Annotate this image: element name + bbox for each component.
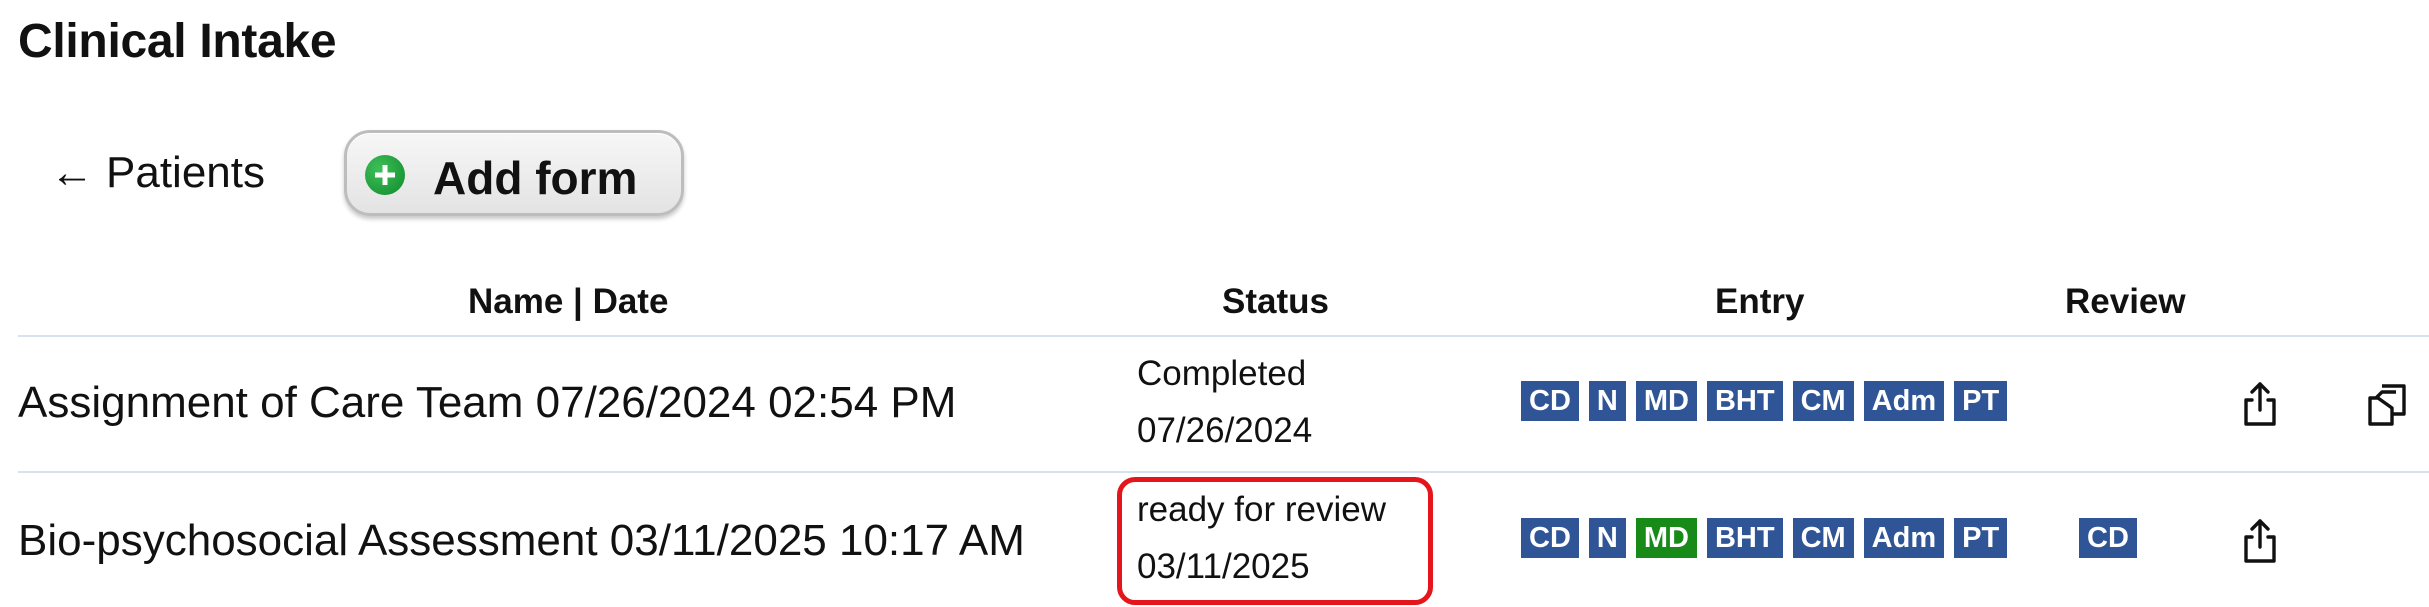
status-date: 07/26/2024 bbox=[1137, 411, 1313, 450]
entry-badge-n[interactable]: N bbox=[1588, 381, 1626, 421]
review-badge-cd[interactable]: CD bbox=[2079, 518, 2137, 558]
entry-badge-pt[interactable]: PT bbox=[1954, 518, 2008, 558]
left-arrow-icon: ← bbox=[50, 148, 94, 197]
page-title: Clinical Intake bbox=[18, 15, 337, 68]
entry-badge-bht[interactable]: BHT bbox=[1706, 518, 1783, 558]
add-form-button[interactable]: Add form bbox=[344, 130, 684, 216]
entry-badge-adm[interactable]: Adm bbox=[1863, 518, 1945, 558]
form-name-link[interactable]: Assignment of Care Team 07/26/2024 02:54… bbox=[18, 378, 956, 428]
add-form-label: Add form bbox=[433, 152, 638, 204]
status-cell: Completed 07/26/2024 bbox=[1137, 345, 1312, 459]
column-header-entry: Entry bbox=[1715, 282, 1805, 321]
status-text: Completed bbox=[1137, 354, 1307, 393]
entry-badge-cm[interactable]: CM bbox=[1792, 518, 1854, 558]
entry-badge-pt[interactable]: PT bbox=[1954, 381, 2008, 421]
column-header-name-date: Name | Date bbox=[468, 282, 669, 321]
entry-badge-adm[interactable]: Adm bbox=[1863, 381, 1945, 421]
column-header-status: Status bbox=[1222, 282, 1329, 321]
entry-badge-md[interactable]: MD bbox=[1635, 381, 1697, 421]
copy-icon[interactable] bbox=[2362, 378, 2414, 430]
clinical-intake-page: Clinical Intake ← Patients Add form Name … bbox=[0, 0, 2429, 607]
plus-circle-icon bbox=[365, 155, 405, 195]
entry-badge-bht[interactable]: BHT bbox=[1706, 381, 1783, 421]
entry-badge-md[interactable]: MD bbox=[1635, 518, 1697, 558]
status-highlight-box bbox=[1117, 477, 1433, 605]
form-name-link[interactable]: Bio-psychosocial Assessment 03/11/2025 1… bbox=[18, 516, 1025, 566]
toolbar: ← Patients Add form bbox=[0, 130, 2429, 220]
entry-badge-cm[interactable]: CM bbox=[1792, 381, 1854, 421]
entry-badge-cd[interactable]: CD bbox=[1521, 381, 1579, 421]
entry-badge-cd[interactable]: CD bbox=[1521, 518, 1579, 558]
entry-badges: CD N MD BHT CM Adm PT bbox=[1521, 518, 2017, 558]
entry-badge-n[interactable]: N bbox=[1588, 518, 1626, 558]
back-link-label: Patients bbox=[106, 148, 265, 197]
column-header-review: Review bbox=[2065, 282, 2186, 321]
entry-badges: CD N MD BHT CM Adm PT bbox=[1521, 381, 2017, 421]
share-icon[interactable] bbox=[2234, 515, 2286, 567]
row-divider bbox=[18, 471, 2429, 473]
back-to-patients-link[interactable]: ← Patients bbox=[50, 148, 265, 198]
share-icon[interactable] bbox=[2234, 378, 2286, 430]
row-divider bbox=[18, 335, 2429, 337]
